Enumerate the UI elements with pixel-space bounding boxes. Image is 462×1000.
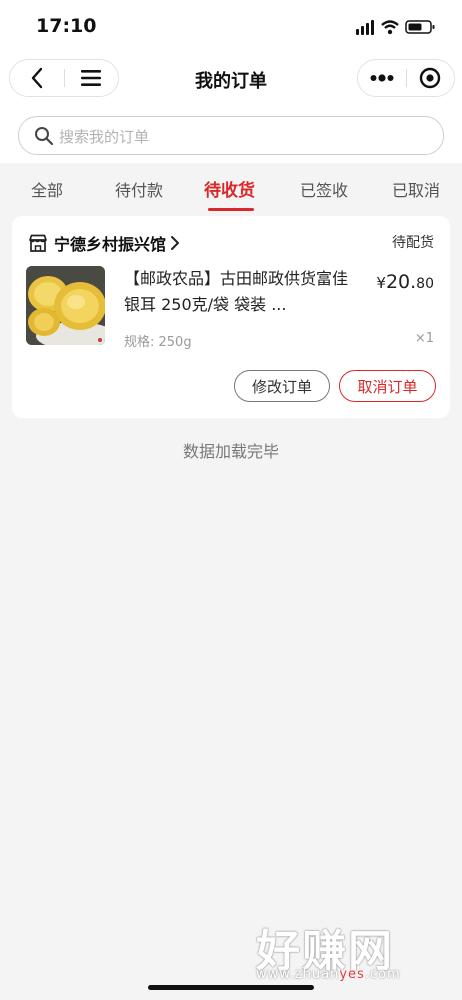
search-placeholder: 搜索我的订单 — [59, 128, 150, 146]
nav-bar: 我的订单 — [0, 55, 462, 103]
search-icon — [35, 127, 54, 146]
status-icons — [356, 20, 435, 35]
battery-icon — [405, 20, 435, 34]
watermark-url: www.zhuanyes.com — [256, 967, 401, 982]
watermark: 好赚网 www.zhuanyes.com — [252, 915, 444, 985]
home-indicator — [148, 985, 314, 990]
shop-icon — [29, 234, 47, 252]
load-complete-text: 数据加载完毕 — [182, 442, 279, 461]
product-image[interactable] — [26, 266, 105, 345]
tab-cancelled[interactable]: 已取消 — [392, 177, 440, 201]
chevron-right-icon — [171, 236, 180, 250]
store-link[interactable]: 宁德乡村振兴馆 — [28, 231, 180, 255]
more-button[interactable] — [358, 60, 406, 96]
nav-right-capsule — [357, 59, 455, 97]
status-time: 17:10 — [36, 15, 97, 37]
price-integer: 20. — [385, 271, 417, 293]
price-symbol: ¥ — [376, 274, 386, 292]
wifi-icon — [381, 20, 399, 35]
modify-order-button[interactable]: 修改订单 — [234, 370, 330, 402]
close-miniprogram-button[interactable] — [406, 60, 454, 96]
order-tabs: 全部 待付款 待收货 已签收 已取消 — [0, 163, 462, 213]
tab-signed[interactable]: 已签收 — [300, 177, 348, 201]
watermark-url-pre: www.zhuan — [256, 967, 340, 982]
product-spec: 规格: 250g — [124, 335, 192, 350]
price-decimal: 80 — [416, 276, 434, 292]
tab-all[interactable]: 全部 — [31, 177, 63, 201]
product-title[interactable]: 【邮政农品】古田邮政供货富佳银耳 250克/袋 袋装 ... — [124, 266, 354, 318]
target-icon — [419, 67, 441, 89]
tab-pending-payment[interactable]: 待付款 — [115, 177, 163, 201]
tab-pending-receipt[interactable]: 待收货 — [204, 176, 255, 201]
status-bar: 17:10 — [0, 0, 462, 52]
active-tab-indicator — [208, 208, 254, 211]
order-status: 待配货 — [392, 235, 434, 251]
more-dots-icon — [370, 74, 394, 82]
product-price: ¥20.80 — [376, 271, 434, 293]
search-input[interactable]: 搜索我的订单 — [18, 116, 444, 155]
silver-fungus-image — [26, 266, 105, 345]
store-name: 宁德乡村振兴馆 — [54, 235, 167, 254]
cancel-order-button[interactable]: 取消订单 — [339, 370, 436, 402]
signal-icon — [356, 20, 374, 35]
product-quantity: ×1 — [414, 331, 434, 346]
order-card[interactable]: 宁德乡村振兴馆 待配货 【邮政农品】古田邮政供货富佳银耳 250克/袋 袋装 .… — [12, 216, 450, 418]
watermark-url-highlight: yes — [339, 967, 365, 982]
watermark-url-post: .com — [364, 967, 401, 982]
